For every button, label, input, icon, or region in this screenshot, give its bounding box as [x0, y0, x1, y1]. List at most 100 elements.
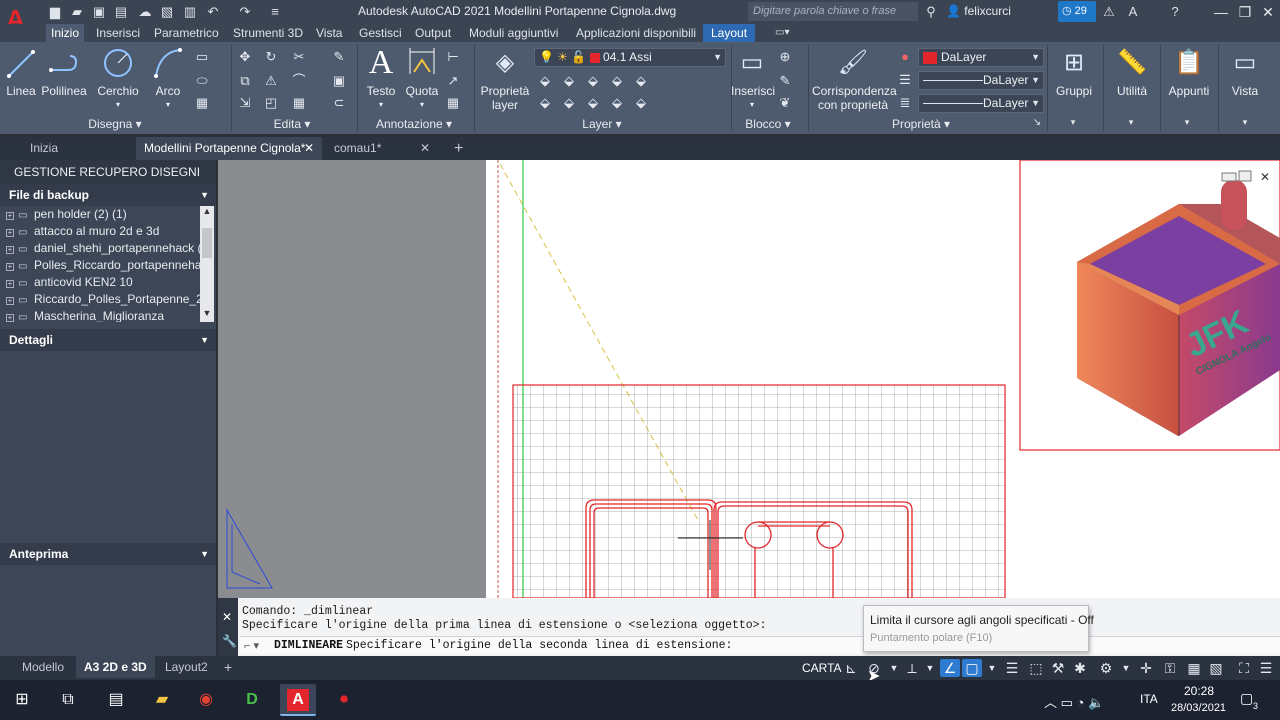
close-command-icon[interactable]: ✕ [222, 610, 232, 624]
layer-unlock-icon[interactable]: ⬙ [608, 94, 626, 112]
search-input[interactable]: Digitare parola chiave o frase [748, 2, 918, 21]
appunti-button[interactable]: 📋 Appunti [1164, 46, 1214, 98]
list-item[interactable]: + ▭ Riccardo_Polles_Portapenne_2D [6, 291, 200, 308]
list-item[interactable]: + ▭ anticovid KEN2 10 [6, 274, 200, 291]
quick-properties-icon[interactable]: ▦ [1184, 659, 1204, 677]
autodesk-app-store-icon[interactable]: ⚠ [1100, 3, 1118, 21]
vista-dropdown-icon[interactable]: ▾ [1238, 117, 1252, 133]
paper-space-toggle[interactable]: CARTA [798, 658, 846, 678]
explode-icon[interactable]: ▣ [330, 72, 348, 90]
tab-applicazioni[interactable]: Applicazioni disponibili [571, 24, 701, 42]
a360-icon[interactable]: A [1124, 3, 1142, 21]
lineweight-select[interactable]: DaLayer ▼ [918, 94, 1044, 113]
list-item[interactable]: + ▭ pen holder (2) (1) [6, 206, 200, 223]
fillet-icon[interactable]: ⌒ [290, 72, 308, 90]
vista-button[interactable]: ▭ Vista [1224, 46, 1266, 98]
hatch-icon[interactable]: ⬭ [193, 72, 211, 90]
d-app-icon[interactable]: D [234, 684, 270, 716]
tab-modello[interactable]: Modello [14, 656, 72, 678]
customization-menu-icon[interactable]: ☰ [1256, 659, 1276, 677]
panel-annotazione[interactable]: Annotazione ▾ [372, 117, 456, 133]
stretch-icon[interactable]: ⇲ [236, 94, 254, 112]
utilita-dropdown-icon[interactable]: ▾ [1124, 117, 1138, 133]
file-explorer-icon[interactable]: ▰ [144, 684, 180, 716]
scrollbar[interactable]: ▲ ▼ [200, 206, 214, 322]
scroll-up-icon[interactable]: ▲ [200, 206, 214, 220]
proprieta-layer-button[interactable]: ◈ Proprietà layer [478, 46, 532, 112]
fullscreen-icon[interactable]: ⛶ [1234, 659, 1254, 677]
layer-off-icon[interactable]: ⬙ [536, 72, 554, 90]
testo-button[interactable]: A Testo ▾ [364, 46, 398, 112]
inserisci-dropdown-icon[interactable]: ▾ [731, 98, 773, 112]
testo-dropdown-icon[interactable]: ▾ [364, 98, 398, 112]
details-header[interactable]: Dettagli ▼ [0, 329, 216, 351]
layer-isolate-icon[interactable]: ⬙ [560, 72, 578, 90]
gradient-icon[interactable]: ▦ [193, 94, 211, 112]
linea-button[interactable]: Linea [4, 46, 38, 98]
copy-icon[interactable]: ⧉ [236, 72, 254, 90]
language-indicator[interactable]: ITA [1140, 692, 1158, 706]
edit-block-icon[interactable]: ✎ [776, 72, 794, 90]
preview-header[interactable]: Anteprima ▼ [0, 543, 216, 565]
tab-inserisci[interactable]: Inserisci [91, 24, 145, 42]
tab-parametrico[interactable]: Parametrico [149, 24, 224, 42]
attribute-icon[interactable]: ❦ [776, 94, 794, 112]
list-item[interactable]: + ▭ Mascherina_Miglioranza [6, 308, 200, 322]
redo-icon[interactable]: ↷ [236, 3, 254, 21]
system-tray[interactable]: ︿ ▭ ◔ 🔈 [1044, 692, 1104, 711]
create-block-icon[interactable]: ⊕ [776, 48, 794, 66]
file-tab-comau[interactable]: comau1* ✕ [326, 137, 442, 160]
annotation-visibility-icon[interactable]: ✱ [1070, 659, 1090, 677]
gruppi-dropdown-icon[interactable]: ▾ [1066, 117, 1080, 133]
tab-inizio[interactable]: Inizio [46, 24, 85, 42]
annotation-scale-icon[interactable]: ⚒ [1048, 659, 1068, 677]
qat-dropdown-icon[interactable]: ≡ [266, 3, 284, 21]
search-icon[interactable]: ⚲ [922, 3, 940, 21]
color-select[interactable]: DaLayer ▼ [918, 48, 1044, 67]
selection-cycling-icon[interactable]: ⬚ [1026, 659, 1046, 677]
offset-icon[interactable]: ⊂ [330, 94, 348, 112]
close-icon[interactable]: ✕ [1257, 2, 1279, 22]
time[interactable]: 20:28 [1184, 684, 1214, 698]
isolate-objects-icon[interactable]: ▧ [1206, 659, 1226, 677]
leader-icon[interactable]: ↗ [444, 72, 462, 90]
units-icon[interactable]: ⚿ [1160, 659, 1180, 677]
inserisci-button[interactable]: ▭ Inserisci ▾ [731, 46, 775, 112]
plot-icon[interactable]: ▥ [181, 3, 199, 21]
close-tab-icon[interactable]: ✕ [420, 137, 430, 160]
command-input[interactable]: ⌐ ▾ DIMLINEARE Specificare l'origine del… [240, 636, 1280, 654]
panel-disegna[interactable]: Disegna ▾ [80, 117, 150, 133]
scale-icon[interactable]: ◰ [262, 94, 280, 112]
tab-moduli-aggiuntivi[interactable]: Moduli aggiuntivi [464, 24, 563, 42]
new-file-icon[interactable]: ▆ [46, 3, 64, 21]
open-file-icon[interactable]: ▰ [68, 3, 86, 21]
layer-previous-icon[interactable]: ⬙ [632, 94, 650, 112]
workspace-gear-icon[interactable]: ⚙ [1096, 659, 1116, 677]
layer-on-icon[interactable]: ⬙ [536, 94, 554, 112]
new-tab-icon[interactable]: + [446, 137, 470, 160]
chrome-icon[interactable]: ◉ [188, 684, 224, 716]
layer-match-icon[interactable]: ⬙ [632, 72, 650, 90]
layer-unisolate-icon[interactable]: ⬙ [560, 94, 578, 112]
autocad-taskbar-icon[interactable]: A [280, 684, 316, 716]
customize-icon[interactable]: 🔧 [222, 634, 237, 648]
minimize-icon[interactable]: — [1210, 2, 1232, 22]
tab-a3-2d-3d[interactable]: A3 2D e 3D [76, 656, 155, 678]
cerchio-button[interactable]: Cerchio ▾ [96, 46, 140, 112]
file-tab-inizia[interactable]: Inizia [22, 137, 134, 160]
annotation-monitor-icon[interactable]: ✛ [1136, 659, 1156, 677]
polilinea-button[interactable]: Polilinea [41, 46, 87, 98]
file-tab-modellini[interactable]: Modellini Portapenne Cignola* ✕ [136, 137, 322, 160]
object-snap-icon[interactable]: ▢ [962, 659, 982, 677]
lineweight-toggle-icon[interactable]: ☰ [1002, 659, 1022, 677]
user-button[interactable]: 👤 felixcurci [946, 4, 1011, 18]
scroll-thumb[interactable] [202, 228, 212, 258]
save-as-icon[interactable]: ▤ [112, 3, 130, 21]
panel-layer[interactable]: Layer ▾ [570, 117, 634, 133]
drawing-svg[interactable]: JFK CIGNOLA Angelo ✕ [218, 160, 1280, 598]
corrispondenza-button[interactable]: 🖌 Corrispondenza con proprietà [812, 46, 897, 112]
cloud-icon[interactable]: ☁ [136, 3, 154, 21]
trim-icon[interactable]: ✂ [290, 48, 308, 66]
undo-icon[interactable]: ↶ [204, 3, 222, 21]
recorder-icon[interactable]: ⏺ [326, 684, 362, 716]
